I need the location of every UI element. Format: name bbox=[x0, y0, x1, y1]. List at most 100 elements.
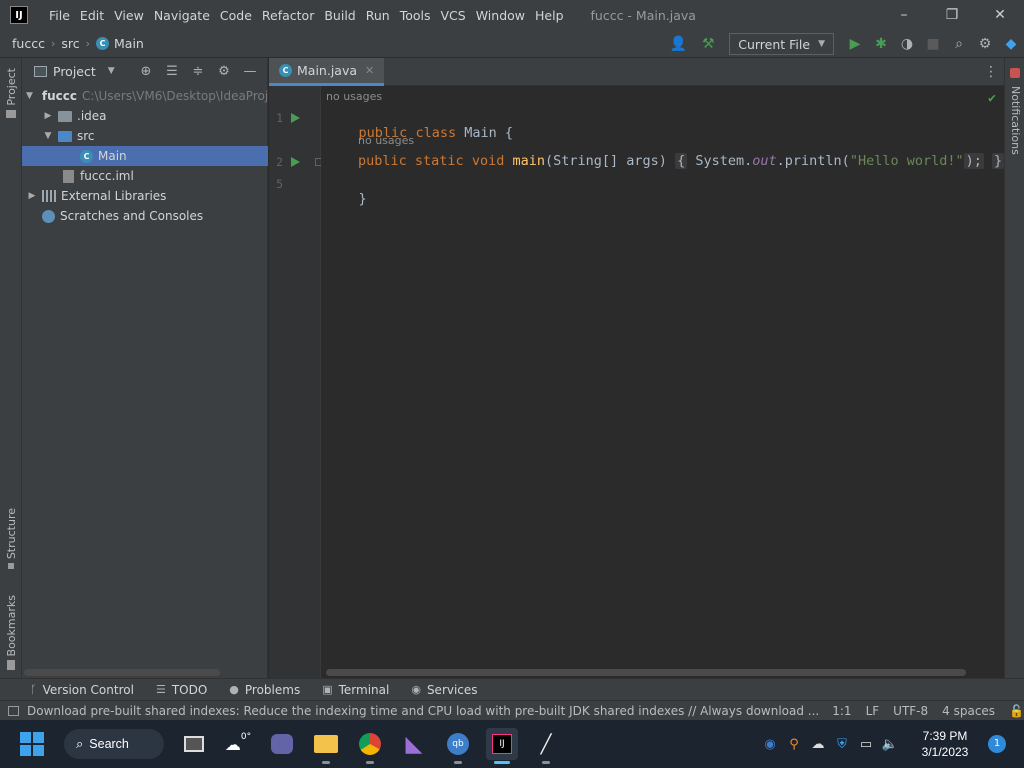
cloud-tray-icon[interactable]: ☁ bbox=[806, 737, 830, 752]
run-config-label: Current File bbox=[738, 36, 811, 52]
qbittorrent-tray-icon[interactable]: ◉ bbox=[758, 737, 782, 752]
breadcrumb-folder[interactable]: src bbox=[61, 36, 79, 51]
run-configuration-select[interactable]: Current File ▼ bbox=[729, 33, 834, 55]
menu-build[interactable]: Build bbox=[319, 8, 360, 23]
stop-icon[interactable]: ■ bbox=[920, 31, 946, 57]
chevron-down-icon[interactable]: ▼ bbox=[26, 91, 33, 101]
file-encoding[interactable]: UTF-8 bbox=[893, 704, 928, 718]
tool-terminal[interactable]: ▣ Terminal bbox=[322, 683, 389, 697]
close-button[interactable]: ✕ bbox=[976, 0, 1024, 30]
user-account-icon[interactable]: 👤 bbox=[661, 31, 695, 57]
indent-setting[interactable]: 4 spaces bbox=[942, 704, 995, 718]
bookmarks-tool-tab[interactable]: Bookmarks bbox=[0, 595, 22, 671]
windows-start-icon[interactable] bbox=[20, 732, 44, 756]
tab-main-java[interactable]: C Main.java ✕ bbox=[269, 57, 385, 86]
taskbar-search[interactable]: ⌕ Search bbox=[64, 729, 164, 759]
run-class-icon[interactable] bbox=[291, 113, 300, 123]
security-shield-icon[interactable]: ⛨ bbox=[830, 737, 854, 752]
notification-center-badge[interactable]: 1 bbox=[988, 735, 1006, 753]
collapse-all-icon[interactable]: ≑ bbox=[185, 64, 211, 79]
intellij-taskbar-icon[interactable]: IJ bbox=[486, 728, 518, 764]
notepad-icon[interactable]: ╱ bbox=[530, 728, 562, 764]
tool-services[interactable]: ◉ Services bbox=[411, 683, 477, 697]
menu-file[interactable]: File bbox=[44, 8, 75, 23]
inspection-ok-icon[interactable]: ✔ bbox=[988, 91, 996, 106]
file-explorer-icon[interactable] bbox=[310, 728, 342, 764]
minimize-button[interactable]: – bbox=[880, 0, 928, 30]
editor-horizontal-scrollbar[interactable] bbox=[326, 669, 966, 676]
volume-icon[interactable]: 🔈 bbox=[878, 737, 902, 752]
menu-vcs[interactable]: VCS bbox=[436, 8, 471, 23]
chevron-right-icon[interactable]: ▶ bbox=[26, 191, 38, 201]
notifications-bell-icon[interactable] bbox=[1010, 68, 1020, 78]
tool-todo[interactable]: ☰ TODO bbox=[156, 683, 207, 697]
folded-end[interactable]: ); bbox=[963, 153, 984, 169]
weather-widget[interactable]: ☁ 0° bbox=[222, 728, 254, 760]
code-editor[interactable]: ✔ no usages public class Main { no usage… bbox=[321, 86, 1005, 678]
menu-tools[interactable]: Tools bbox=[395, 8, 436, 23]
folded-brace[interactable]: { bbox=[675, 153, 688, 169]
usage-hint[interactable]: no usages bbox=[326, 90, 382, 103]
run-method-icon[interactable] bbox=[291, 157, 300, 167]
hide-panel-icon[interactable]: — bbox=[237, 64, 263, 79]
line-separator[interactable]: LF bbox=[866, 704, 880, 718]
menu-window[interactable]: Window bbox=[471, 8, 530, 23]
tool-problems[interactable]: ● Problems bbox=[229, 683, 300, 697]
chevron-right-icon[interactable]: ▶ bbox=[42, 111, 54, 121]
status-message[interactable]: Download pre-built shared indexes: Reduc… bbox=[8, 704, 818, 718]
tree-item-iml[interactable]: fuccc.iml bbox=[22, 166, 268, 186]
breadcrumb-project[interactable]: fuccc bbox=[12, 36, 45, 51]
usage-hint[interactable]: no usages bbox=[358, 134, 414, 147]
menu-run[interactable]: Run bbox=[361, 8, 395, 23]
search-tray-icon[interactable]: ⚲ bbox=[782, 737, 806, 752]
locate-file-icon[interactable]: ⊕ bbox=[133, 64, 159, 79]
settings-gear-icon[interactable]: ⚙ bbox=[972, 31, 998, 57]
more-vertical-icon[interactable]: ⋮ bbox=[984, 64, 998, 80]
menu-refactor[interactable]: Refactor bbox=[257, 8, 319, 23]
taskbar-search-label: Search bbox=[89, 737, 129, 751]
options-gear-icon[interactable]: ⚙ bbox=[211, 64, 237, 79]
visual-studio-icon[interactable]: ◣ bbox=[398, 728, 430, 760]
chevron-down-icon[interactable]: ▼ bbox=[108, 66, 115, 76]
expand-all-icon[interactable]: ☰ bbox=[159, 64, 185, 79]
intellij-logo-icon[interactable]: IJ bbox=[10, 6, 28, 24]
close-tab-icon[interactable]: ✕ bbox=[365, 64, 374, 77]
network-icon[interactable]: ▭ bbox=[854, 737, 878, 752]
tree-item-scratches[interactable]: Scratches and Consoles bbox=[22, 206, 268, 226]
chevron-down-icon[interactable]: ▼ bbox=[42, 131, 54, 141]
caret-position[interactable]: 1:1 bbox=[832, 704, 851, 718]
build-hammer-icon[interactable]: ⚒ bbox=[695, 31, 721, 57]
restore-button[interactable]: ❐ bbox=[928, 0, 976, 30]
menu-edit[interactable]: Edit bbox=[75, 8, 109, 23]
project-tool-tab[interactable]: Project bbox=[0, 68, 22, 118]
breadcrumb-file[interactable]: Main bbox=[114, 36, 144, 51]
coverage-icon[interactable]: ◑ bbox=[894, 31, 920, 57]
tree-item-project-root[interactable]: ▼ fuccc C:\Users\VM6\Desktop\IdeaProj bbox=[22, 86, 268, 106]
notifications-tab[interactable]: Notifications bbox=[1009, 86, 1022, 155]
tree-item-src[interactable]: ▼ src bbox=[22, 126, 268, 146]
tree-item-main[interactable]: C Main bbox=[22, 146, 268, 166]
task-view-icon[interactable] bbox=[178, 728, 210, 760]
menu-help[interactable]: Help bbox=[530, 8, 569, 23]
debug-icon[interactable]: ✱ bbox=[868, 31, 894, 57]
run-icon[interactable]: ▶ bbox=[842, 31, 868, 57]
project-horizontal-scrollbar[interactable] bbox=[24, 669, 220, 676]
editor-tab-bar: C Main.java ✕ ⋮ bbox=[269, 57, 1024, 86]
folded-brace[interactable]: } bbox=[992, 153, 1005, 169]
tree-item-idea[interactable]: ▶ .idea bbox=[22, 106, 268, 126]
menu-navigate[interactable]: Navigate bbox=[149, 8, 215, 23]
project-panel-title[interactable]: Project bbox=[53, 64, 96, 79]
jetbrains-toolbox-icon[interactable]: ◆ bbox=[998, 31, 1024, 57]
chrome-icon[interactable] bbox=[354, 728, 386, 764]
tree-item-external-libraries[interactable]: ▶ External Libraries bbox=[22, 186, 268, 206]
qbittorrent-icon[interactable]: qb bbox=[442, 728, 474, 764]
search-icon[interactable]: ⌕ bbox=[946, 31, 972, 57]
lock-icon[interactable]: 🔓 bbox=[1009, 704, 1024, 718]
taskbar-clock[interactable]: 7:39 PM 3/1/2023 bbox=[910, 728, 980, 760]
structure-tool-tab[interactable]: Structure bbox=[0, 508, 22, 570]
menu-view[interactable]: View bbox=[109, 8, 149, 23]
teams-chat-icon[interactable] bbox=[266, 728, 298, 760]
menu-code[interactable]: Code bbox=[215, 8, 257, 23]
panel-toggle-icon[interactable] bbox=[8, 705, 19, 716]
tool-version-control[interactable]: ᚴ Version Control bbox=[30, 683, 134, 697]
